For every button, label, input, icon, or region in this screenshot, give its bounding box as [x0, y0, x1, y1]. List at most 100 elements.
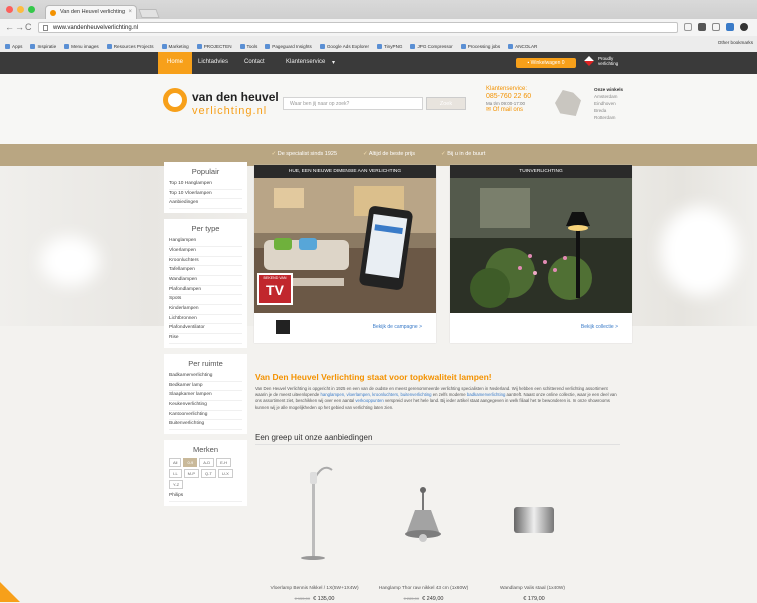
sidebar-link-type[interactable]: Kroonluchters: [169, 257, 242, 267]
stores-link[interactable]: verkooppunten: [355, 398, 383, 403]
folder-icon: [377, 43, 382, 49]
extension-icon[interactable]: [698, 23, 706, 31]
category-links[interactable]: hanglampen, vloerlampen, kroonluchters, …: [320, 392, 431, 397]
sidebar-link-popular[interactable]: Aanbiedingen: [169, 199, 242, 210]
bathroom-link[interactable]: badkamerverlichting: [467, 392, 505, 397]
brand-letter-filter[interactable]: A-D: [199, 458, 215, 468]
sidebar-link-room[interactable]: Kantoorverlichting: [169, 411, 242, 421]
product-name[interactable]: Hanglamp Thor raw nikkel 43 cm (1x60W): [371, 586, 476, 592]
sidebar-link-popular[interactable]: Top 10 Vloerlampen: [169, 190, 242, 200]
chevron-down-icon[interactable]: ▾: [332, 59, 335, 66]
campaign-link[interactable]: Bekijk de campagne >: [373, 324, 422, 330]
sidebar-link-type[interactable]: Tafellampen: [169, 266, 242, 276]
stores-title: Onze winkels: [594, 87, 624, 92]
brand-letter-filter[interactable]: M-P: [183, 469, 200, 479]
maximize-window-icon[interactable]: [28, 6, 35, 13]
bookmark-item[interactable]: Processing jobs: [460, 40, 500, 52]
new-tab-button[interactable]: [138, 9, 160, 18]
search-input[interactable]: Waar ben jij naar op zoek?: [283, 97, 423, 110]
brand-alphabet-filter: All 0-9 A-D E-H I-L M-P Q-T U-X Y-Z: [169, 458, 242, 490]
proudly-badge[interactable]: Proudly verlichting: [584, 56, 618, 66]
nav-contact[interactable]: Contact: [244, 59, 265, 65]
product-card[interactable]: Wandlamp Valis staal (1x40W) € 179,00: [480, 452, 585, 602]
nav-home[interactable]: Home: [158, 52, 192, 74]
extension-3-icon[interactable]: [726, 23, 734, 31]
old-price: € 155,00: [294, 596, 311, 601]
service-mail-link[interactable]: ✉ Of mail ons: [486, 107, 531, 114]
close-tab-icon[interactable]: ×: [128, 9, 132, 15]
bookmark-item[interactable]: Pageguard Insights: [265, 40, 312, 52]
brand-letter-filter[interactable]: Y-Z: [169, 480, 184, 490]
brand-letter-filter[interactable]: I-L: [169, 469, 182, 479]
forward-icon[interactable]: →: [15, 22, 24, 32]
sidebar-link-type[interactable]: Rise: [169, 334, 242, 344]
bookmark-item[interactable]: Inspiratie: [30, 40, 56, 52]
sidebar-link-room[interactable]: Buitenverlichting: [169, 420, 242, 431]
store-link[interactable]: Rotterdam: [594, 114, 623, 121]
hue-logo-icon: [276, 320, 290, 334]
sidebar-link-type[interactable]: Spots: [169, 295, 242, 306]
store-link[interactable]: Amsterdam: [594, 93, 623, 100]
product-card[interactable]: Hanglamp Thor raw nikkel 43 cm (1x60W) €…: [371, 452, 476, 602]
bookmark-item[interactable]: Tools: [239, 40, 257, 52]
brand-letter-filter[interactable]: Q-T: [201, 469, 216, 479]
other-bookmarks[interactable]: Other bookmarks: [718, 40, 753, 45]
folder-icon: [64, 43, 70, 49]
menu-icon[interactable]: [740, 23, 748, 31]
minimize-window-icon[interactable]: [17, 6, 24, 13]
brand-letter-filter[interactable]: All: [169, 458, 182, 468]
service-mail-label: Of mail ons: [492, 107, 524, 113]
sidebar-link-type[interactable]: Kinderlampen: [169, 305, 242, 315]
product-name[interactable]: Wandlamp Valis staal (1x40W): [480, 586, 585, 592]
bookmark-item[interactable]: TinyPNG: [377, 40, 402, 52]
collection-link[interactable]: Bekijk collectie >: [581, 324, 618, 330]
search-button[interactable]: Zoek: [426, 97, 466, 110]
brand-letter-filter[interactable]: E-H: [216, 458, 232, 468]
bookmark-item[interactable]: Apps: [5, 40, 22, 52]
sidebar-link-room[interactable]: Bedkamer lamp: [169, 382, 242, 392]
product-name[interactable]: Vloerlamp Bennis Nikkel / 1X(5W+1X4W): [262, 586, 367, 592]
brand-letter-filter[interactable]: U-X: [217, 469, 233, 479]
bookmark-item[interactable]: ANCOLAR: [508, 40, 537, 52]
sidebar-link-type[interactable]: Wandlampen: [169, 276, 242, 286]
logo-line-1[interactable]: van den heuvel: [192, 90, 279, 104]
sidebar-link-room[interactable]: Keukenverlichting: [169, 401, 242, 411]
logo-icon[interactable]: [163, 88, 187, 112]
sidebar-link-room[interactable]: Slaapkamer lampen: [169, 391, 242, 401]
back-icon[interactable]: ←: [5, 22, 14, 32]
basket-button[interactable]: ▪ Winkelwagen 0: [516, 58, 576, 68]
extension-2-icon[interactable]: [712, 23, 720, 31]
address-bar-row: ← → C www.vandenheuvelverlichting.nl: [0, 19, 757, 36]
bookmark-item[interactable]: Marketing: [161, 40, 189, 52]
sidebar-link-room[interactable]: Badkamerverlichting: [169, 372, 242, 382]
sidebar-link-type[interactable]: Lichtbronnen: [169, 315, 242, 325]
bookmark-item[interactable]: Google Ads Explorer: [319, 40, 369, 52]
sidebar-link-type[interactable]: Vloerlampen: [169, 247, 242, 257]
bookmark-item[interactable]: JPG Compressor: [410, 40, 453, 52]
sidebar-link-type[interactable]: Plafondlampen: [169, 286, 242, 296]
close-window-icon[interactable]: [6, 6, 13, 13]
product-card[interactable]: Vloerlamp Bennis Nikkel / 1X(5W+1X4W) € …: [262, 452, 367, 602]
bookmark-item[interactable]: Resources Projects: [106, 40, 154, 52]
type-title: Per type: [191, 224, 220, 234]
bookmark-item[interactable]: Menu images: [64, 40, 99, 52]
store-link[interactable]: Eindhoven: [594, 100, 623, 107]
brand-letter-filter[interactable]: 0-9: [183, 458, 198, 468]
promo-card-hue[interactable]: HUE, EEN NIEUWE DIMENSIE AAN VERLICHTING…: [254, 165, 436, 343]
nav-klantenservice[interactable]: Klantenservice: [286, 59, 325, 65]
store-link[interactable]: Breda: [594, 107, 623, 114]
sidebar-link-type[interactable]: Hanglampen: [169, 237, 242, 247]
promo-card-garden[interactable]: TUINVERLICHTING Bekijk collectie >: [450, 165, 632, 343]
browser-tab[interactable]: Van den Heuvel verlichting ×: [45, 5, 137, 19]
folder-icon: [265, 43, 271, 49]
logo-line-2[interactable]: verlichting.nl: [192, 105, 267, 117]
reload-icon[interactable]: C: [25, 22, 32, 32]
url-field[interactable]: www.vandenheuvelverlichting.nl: [38, 22, 678, 33]
star-icon[interactable]: [684, 23, 692, 31]
nav-lichtadvies[interactable]: Lichtadvies: [198, 59, 228, 65]
bookmark-item[interactable]: PROJECTEN: [196, 40, 232, 52]
brand-item[interactable]: Philips: [169, 492, 242, 502]
sidebar-link-type[interactable]: Plafondventilator: [169, 324, 242, 335]
sidebar-link-popular[interactable]: Top 10 Hanglampen: [169, 180, 242, 190]
service-phone[interactable]: 085-760 22 60: [486, 93, 531, 100]
